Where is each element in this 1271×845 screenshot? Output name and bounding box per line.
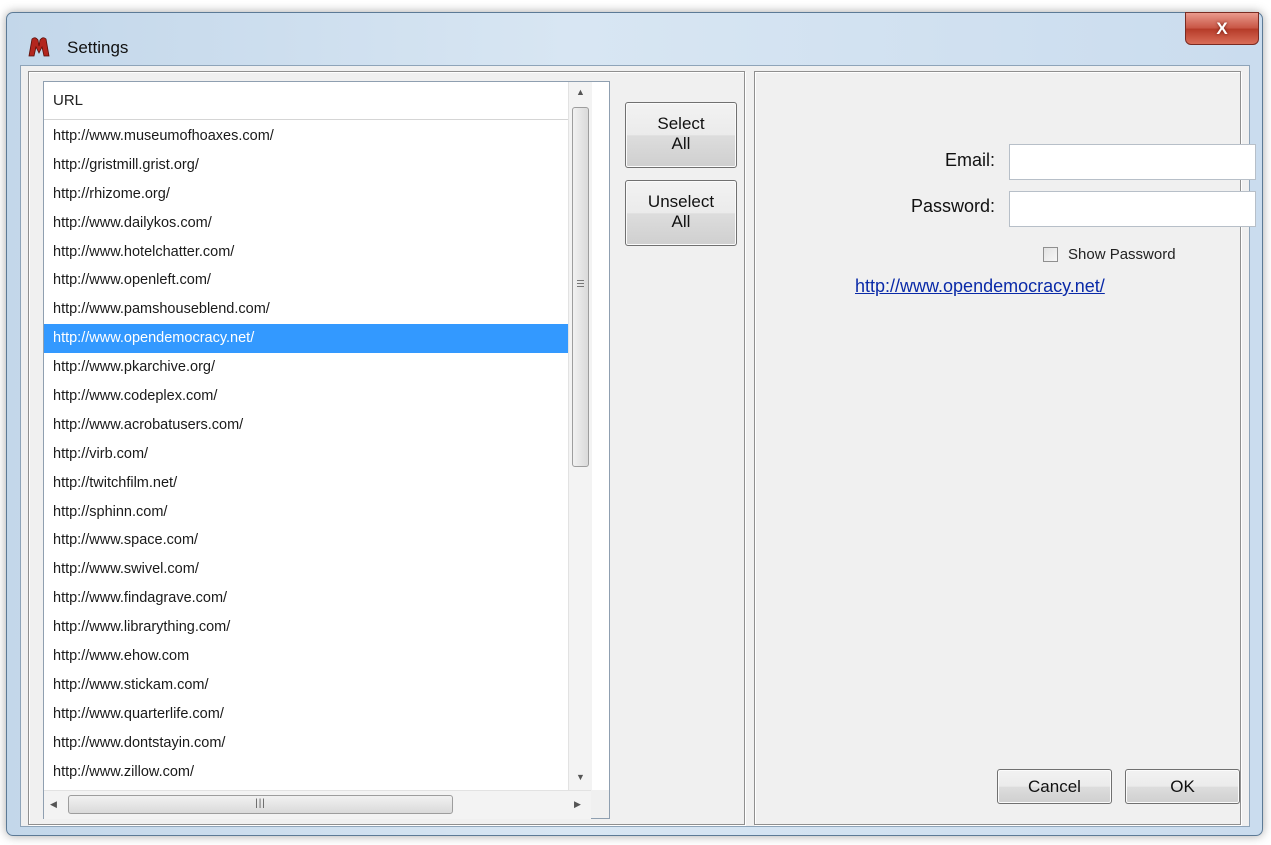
list-item[interactable]: http://gristmill.grist.org/: [44, 151, 568, 180]
unselect-all-button[interactable]: Unselect All: [625, 180, 737, 246]
list-item[interactable]: http://www.museumofhoaxes.com/: [44, 122, 568, 151]
list-item[interactable]: http://www.dontstayin.com/: [44, 729, 568, 758]
list-item[interactable]: http://www.dailykos.com/: [44, 209, 568, 238]
url-pane: URL http://www.museumofhoaxes.com/http:/…: [28, 71, 745, 825]
list-item[interactable]: http://sphinn.com/: [44, 498, 568, 527]
selected-url-link[interactable]: http://www.opendemocracy.net/: [855, 276, 1105, 297]
scroll-left-arrow-icon[interactable]: ◀: [50, 799, 57, 810]
close-icon: X: [1216, 18, 1228, 38]
list-item[interactable]: http://rhizome.org/: [44, 180, 568, 209]
title-bar[interactable]: Settings X: [7, 12, 1262, 65]
select-all-button[interactable]: Select All: [625, 102, 737, 168]
list-item[interactable]: http://www.quarterlife.com/: [44, 700, 568, 729]
ok-button[interactable]: OK: [1125, 769, 1240, 804]
unselect-all-label-line2: All: [671, 212, 691, 231]
show-password-checkbox[interactable]: [1043, 247, 1058, 262]
vertical-scrollbar[interactable]: ▲ ▼: [568, 82, 592, 790]
horizontal-scroll-thumb[interactable]: |||: [68, 795, 453, 814]
list-item[interactable]: http://www.acrobatusers.com/: [44, 411, 568, 440]
list-item[interactable]: http://www.ehow.com: [44, 642, 568, 671]
select-all-label-line2: All: [671, 134, 691, 153]
url-listbox[interactable]: URL http://www.museumofhoaxes.com/http:/…: [43, 81, 610, 819]
scroll-grip-icon: |||: [255, 798, 266, 809]
dialog-client-area: URL http://www.museumofhoaxes.com/http:/…: [20, 65, 1256, 827]
scroll-grip-line: [577, 286, 584, 287]
list-item[interactable]: http://www.swivel.com/: [44, 555, 568, 584]
url-column-header[interactable]: URL: [44, 82, 568, 120]
password-field[interactable]: [1009, 191, 1256, 227]
list-item[interactable]: http://www.opendemocracy.net/: [44, 324, 568, 354]
scroll-grip-icon: [577, 280, 584, 281]
settings-window: Settings X URL http://www.museumofhoaxes…: [6, 12, 1263, 836]
horizontal-scrollbar[interactable]: ◀ ||| ▶: [44, 790, 591, 819]
account-pane: Email: Password: Show Password http://ww…: [754, 71, 1256, 825]
password-label: Password:: [910, 196, 995, 216]
list-item[interactable]: http://www.codeplex.com/: [44, 382, 568, 411]
email-label: Email:: [944, 150, 995, 170]
list-item[interactable]: http://twitchfilm.net/: [44, 469, 568, 498]
scroll-right-arrow-icon[interactable]: ▶: [574, 799, 581, 810]
cancel-button[interactable]: Cancel: [997, 769, 1112, 804]
list-item[interactable]: http://www.zillow.com/: [44, 758, 568, 787]
list-item[interactable]: http://www.findagrave.com/: [44, 584, 568, 613]
scroll-grip-line: [577, 283, 584, 284]
window-title: Settings: [67, 38, 129, 57]
select-all-label-line1: Select: [657, 114, 705, 133]
url-list-rows: http://www.museumofhoaxes.com/http://gri…: [44, 122, 568, 786]
email-field[interactable]: [1009, 144, 1256, 180]
show-password-label[interactable]: Show Password: [1068, 246, 1176, 263]
list-item[interactable]: http://www.librarything.com/: [44, 613, 568, 642]
unselect-all-label-line1: Unselect: [647, 192, 715, 211]
list-item[interactable]: http://www.pkarchive.org/: [44, 353, 568, 382]
close-button[interactable]: X: [1185, 12, 1259, 45]
list-item[interactable]: http://www.openleft.com/: [44, 266, 568, 295]
list-item[interactable]: http://www.hotelchatter.com/: [44, 238, 568, 267]
vertical-scroll-thumb[interactable]: [572, 107, 589, 467]
scroll-up-arrow-icon[interactable]: ▲: [576, 87, 585, 97]
scroll-down-arrow-icon[interactable]: ▼: [576, 772, 585, 782]
list-item[interactable]: http://www.pamshouseblend.com/: [44, 295, 568, 324]
app-logo-icon: [28, 37, 50, 57]
scroll-corner: [591, 790, 609, 818]
list-item[interactable]: http://www.stickam.com/: [44, 671, 568, 700]
list-item[interactable]: http://www.space.com/: [44, 526, 568, 555]
list-item[interactable]: http://virb.com/: [44, 440, 568, 469]
